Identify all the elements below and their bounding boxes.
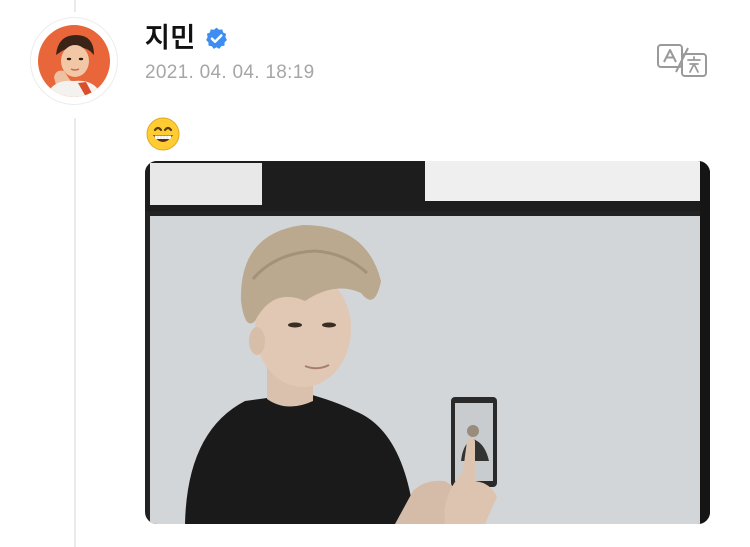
avatar[interactable] [31,18,117,104]
grinning-face-emoji-icon [146,117,180,151]
author-name[interactable]: 지민 [145,22,196,54]
post-photo[interactable] [145,161,710,524]
thread-line [74,118,76,547]
author-row: 지민 [145,22,229,54]
post-timestamp: 2021. 04. 04. 18:19 [145,62,315,83]
photo-image [145,161,710,524]
verified-badge-icon [205,27,227,49]
translate-icon[interactable] [656,42,708,78]
thread-connector-top [74,0,76,12]
profile-photo-icon [38,25,110,97]
